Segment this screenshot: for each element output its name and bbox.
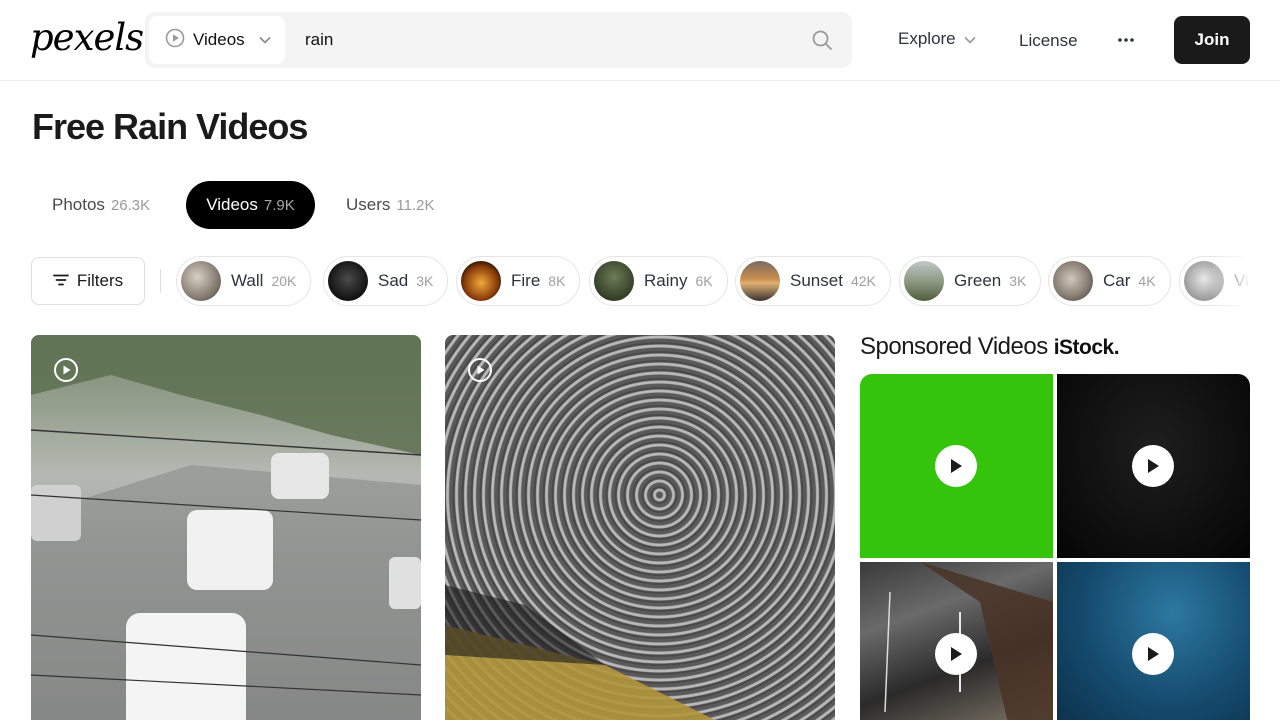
chip-label: Car — [1103, 271, 1131, 290]
chip-wall[interactable]: Wall 20K — [176, 256, 312, 306]
chip-count: 8K — [548, 273, 566, 289]
filter-divider — [160, 269, 161, 293]
video-indicator-icon — [53, 357, 79, 388]
sponsored-video[interactable] — [1057, 374, 1250, 558]
play-icon[interactable] — [935, 445, 977, 487]
join-button[interactable]: Join — [1174, 16, 1250, 64]
sponsored-heading: Sponsored Videos iStock. — [860, 333, 1120, 361]
chip-sunset[interactable]: Sunset 42K — [735, 256, 891, 306]
tab-videos[interactable]: Videos 7.9K — [186, 181, 315, 229]
tab-users[interactable]: Users 11.2K — [326, 181, 455, 229]
explore-menu[interactable]: Explore — [898, 29, 976, 49]
tab-count: 26.3K — [110, 196, 151, 214]
chevron-down-icon — [964, 29, 976, 49]
search-icon[interactable] — [811, 29, 833, 56]
sponsored-video[interactable] — [860, 562, 1053, 720]
chips-fade-overlay — [1210, 256, 1250, 306]
play-icon[interactable] — [1132, 633, 1174, 675]
video-tile[interactable] — [31, 335, 421, 720]
chip-count: 42K — [850, 273, 876, 289]
video-tile[interactable] — [445, 335, 835, 720]
more-options-icon[interactable] — [1114, 29, 1138, 51]
sponsored-video[interactable] — [860, 374, 1053, 558]
search-input[interactable]: rain — [305, 30, 333, 50]
chip-thumbnail — [181, 261, 221, 301]
play-icon[interactable] — [1132, 445, 1174, 487]
rainy-street-thumbnail — [31, 335, 421, 720]
chip-sad[interactable]: Sad 3K — [323, 256, 449, 306]
chip-car[interactable]: Car 4K — [1048, 256, 1171, 306]
chip-thumbnail — [904, 261, 944, 301]
chip-label: Fire — [511, 271, 541, 290]
chip-label: Wall — [231, 271, 264, 290]
sponsored-video[interactable] — [1057, 562, 1250, 720]
tab-photos[interactable]: Photos 26.3K — [32, 181, 170, 229]
pexels-logo[interactable]: pexels — [30, 16, 144, 60]
chip-label: Rainy — [644, 271, 688, 290]
tab-label: Users — [346, 195, 391, 214]
chip-label: Green — [954, 271, 1002, 290]
chip-thumbnail — [461, 261, 501, 301]
video-indicator-icon — [467, 357, 493, 388]
page-title: Free Rain Videos — [32, 106, 308, 147]
chip-thumbnail — [328, 261, 368, 301]
license-link[interactable]: License — [1019, 31, 1078, 51]
tab-count: 11.2K — [396, 196, 435, 214]
related-searches: Wall 20K Sad 3K Fire 8K Rainy 6K Sunset … — [176, 256, 1250, 306]
chip-label: Sunset — [790, 271, 843, 290]
chip-green[interactable]: Green 3K — [899, 256, 1042, 306]
chip-thumbnail — [1053, 261, 1093, 301]
media-type-label: Videos — [193, 30, 245, 49]
play-icon[interactable] — [935, 633, 977, 675]
tab-count: 7.9K — [263, 196, 295, 214]
rain-puddle-thumbnail — [445, 585, 715, 720]
explore-label: Explore — [898, 29, 956, 48]
tab-label: Photos — [52, 195, 105, 214]
tab-label: Videos — [206, 195, 258, 214]
search-type-selector: Videos — [149, 16, 429, 64]
chip-thumbnail — [594, 261, 634, 301]
chip-count: 4K — [1138, 273, 1156, 289]
filters-button[interactable]: Filters — [31, 257, 145, 305]
istock-logo[interactable]: iStock. — [1054, 336, 1120, 360]
chip-count: 3K — [416, 273, 434, 289]
chevron-down-icon — [259, 31, 271, 49]
chip-count: 6K — [695, 273, 713, 289]
top-header: pexels Videos rain Explore License Join — [0, 0, 1280, 81]
chip-fire[interactable]: Fire 8K — [456, 256, 581, 306]
chip-count: 3K — [1009, 273, 1027, 289]
chip-label: Sad — [378, 271, 409, 290]
play-circle-icon — [165, 28, 185, 53]
chip-count: 20K — [271, 273, 297, 289]
sponsored-label: Sponsored Videos — [860, 333, 1048, 360]
search-bar: Videos rain — [145, 12, 852, 68]
filters-label: Filters — [76, 271, 124, 290]
chip-rainy[interactable]: Rainy 6K — [589, 256, 728, 306]
filter-icon — [52, 271, 69, 291]
chip-thumbnail — [740, 261, 780, 301]
media-type-dropdown[interactable]: Videos — [149, 16, 285, 64]
